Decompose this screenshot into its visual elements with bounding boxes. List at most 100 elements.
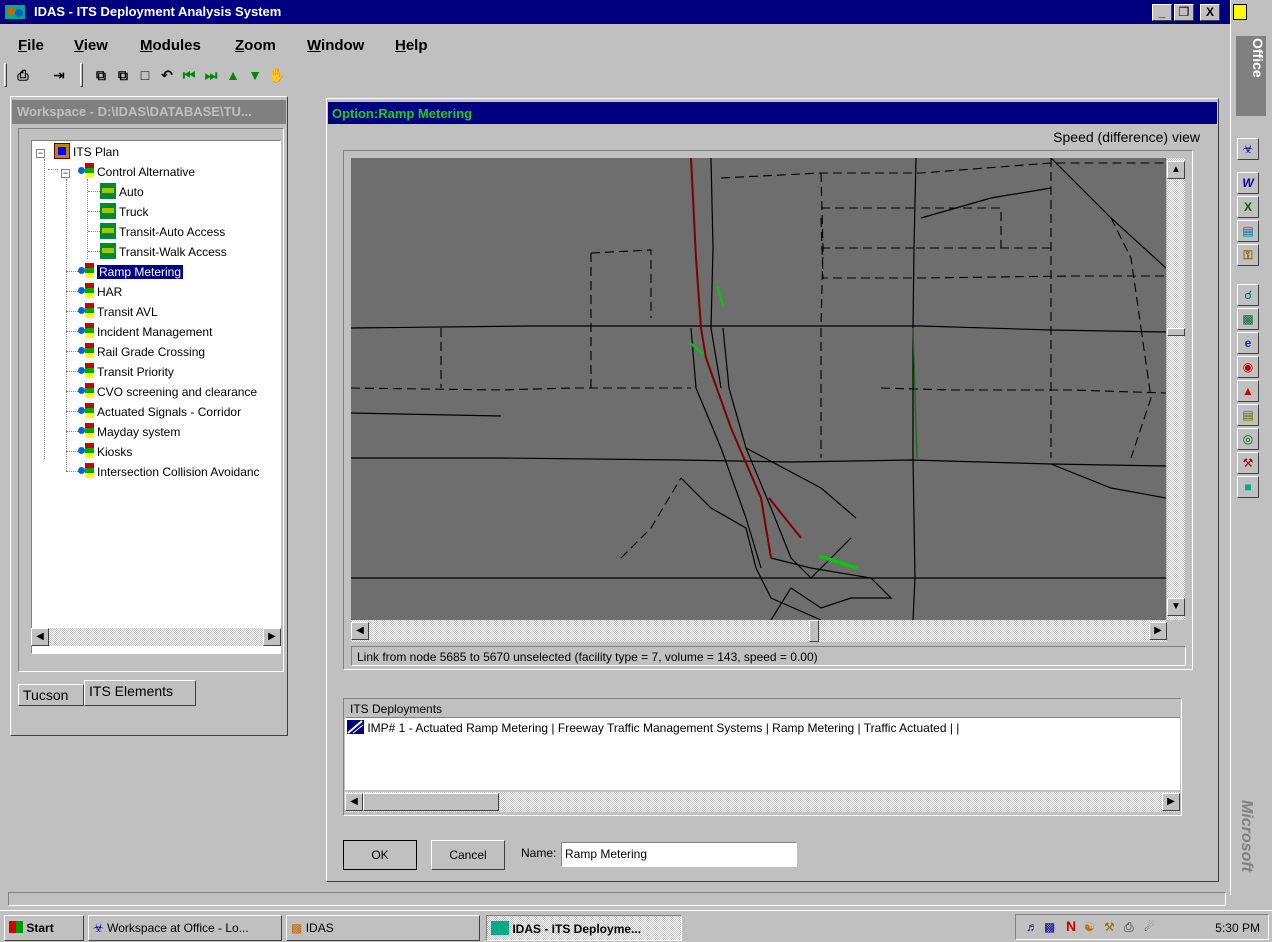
document-icon[interactable]: ▤ [1237,404,1259,426]
scroll-thumb[interactable] [1167,328,1185,336]
menu-modules[interactable]: Modules [140,37,201,54]
name-input[interactable]: Ramp Metering [561,842,797,867]
tray-tool-icon[interactable]: ⚒ [1104,920,1115,934]
idas-app-icon[interactable] [4,3,26,21]
acrobat-icon[interactable]: ▲ [1237,380,1259,402]
tray-app-icon[interactable]: ☯ [1084,920,1095,934]
tree-node-option[interactable]: Intersection Collision Avoidanc [78,463,260,482]
tree-node-option[interactable]: Incident Management [78,323,212,342]
internet-explorer-icon[interactable]: e [1237,332,1259,354]
idas-shortcut-icon[interactable]: ■ [1237,476,1259,498]
up-icon[interactable]: ▲ [222,64,244,86]
task-idas[interactable]: ▩ IDAS [286,915,480,941]
print-icon[interactable]: ⎙ [12,64,34,86]
network-icon[interactable]: ▩ [1044,920,1055,934]
scroll-right-icon[interactable]: ▶ [1149,622,1167,640]
first-icon[interactable]: ⏮ [178,64,200,86]
undo-icon[interactable]: ↶ [156,64,178,86]
menu-help[interactable]: Help [395,37,428,54]
collapse-icon[interactable]: − [61,169,70,178]
office-shortcut-icon[interactable]: ☣ [1237,138,1259,160]
scroll-thumb[interactable] [363,793,499,811]
down-icon[interactable]: ▼ [244,64,266,86]
workspace-title[interactable]: Workspace - D:\IDAS\DATABASE\TU... [12,100,286,124]
copy-icon[interactable]: ⧉ [90,64,112,86]
close-button[interactable]: X [1200,4,1220,21]
network-icon[interactable]: ▩ [1237,308,1259,330]
tree-node-option-selected[interactable]: Ramp Metering [78,263,184,282]
tree-node-mode[interactable]: Transit-Walk Access [100,243,227,262]
menu-zoom[interactable]: Zoom [235,37,276,54]
scroll-left-icon[interactable]: ◀ [351,622,369,640]
restore-button[interactable]: ❒ [1174,4,1194,21]
menu-view[interactable]: View [74,37,108,54]
new-icon[interactable]: □ [134,64,156,86]
network-map-canvas[interactable] [350,157,1167,621]
mode-icon [100,243,116,259]
excel-icon[interactable]: X [1237,196,1259,218]
paste-icon[interactable]: ⧉ [112,64,134,86]
find-icon[interactable]: ☌ [1237,284,1259,306]
ok-button[interactable]: OK [343,840,417,870]
office-title: Office [1236,36,1266,116]
scroll-thumb[interactable] [809,620,819,642]
viewer-icon[interactable]: ◎ [1237,428,1259,450]
network-map[interactable] [350,157,1167,621]
collapse-icon[interactable]: − [36,149,45,158]
satellite-icon[interactable]: ☄ [1144,920,1155,934]
alternative-icon [78,443,94,459]
tree-node-control-alternative[interactable]: Control Alternative [78,163,195,182]
list-item[interactable]: IMP# 1 - Actuated Ramp Metering | Freewa… [345,718,1180,737]
minimize-button[interactable]: _ [1152,4,1172,21]
map-horizontal-scrollbar[interactable]: ◀ ▶ [351,620,1167,642]
tree-node-option[interactable]: Transit Priority [78,363,174,382]
tree-node-mode[interactable]: Transit-Auto Access [100,223,225,242]
cancel-button[interactable]: Cancel [431,840,505,870]
tree-node-option[interactable]: CVO screening and clearance [78,383,257,402]
tree-horizontal-scrollbar[interactable]: ◀ ▶ [31,628,281,646]
tab-tucson[interactable]: Tucson [18,684,84,706]
scroll-right-icon[interactable]: ▶ [1162,793,1180,811]
title-bar[interactable]: IDAS - ITS Deployment Analysis System _ … [0,0,1230,24]
office-bar-control-icon[interactable] [1233,4,1247,20]
start-button[interactable]: Start [4,915,84,941]
tree-node-option[interactable]: Kiosks [78,443,132,462]
workspace-tree[interactable]: − ITS Plan − Control Alternative Auto Tr… [31,140,281,654]
option-title[interactable]: Option:Ramp Metering [328,102,1217,124]
mail-icon[interactable]: ▤ [1237,220,1259,242]
tree-node-mode[interactable]: Auto [100,183,144,202]
tree-node-option[interactable]: Rail Grade Crossing [78,343,205,362]
scroll-up-icon[interactable]: ▲ [1167,161,1185,179]
pan-hand-icon[interactable]: ✋ [266,64,288,86]
exit-icon[interactable]: ⇥ [48,64,70,86]
tab-its-elements[interactable]: ITS Elements [84,680,196,706]
printer-icon[interactable]: ⎙ [1124,920,1134,935]
tree-node-option[interactable]: Actuated Signals - Corridor [78,403,241,422]
deployments-list[interactable]: IMP# 1 - Actuated Ramp Metering | Freewa… [345,718,1180,790]
clock[interactable]: 5:30 PM [1215,921,1260,935]
tree-node-option[interactable]: HAR [78,283,122,302]
tools-icon[interactable]: ⚒ [1237,452,1259,474]
tree-node-its-plan[interactable]: ITS Plan [54,143,119,162]
map-vertical-scrollbar[interactable]: ▲ ▼ [1167,158,1185,620]
scroll-left-icon[interactable]: ◀ [31,628,49,646]
idas-app-icon [491,921,509,935]
scroll-left-icon[interactable]: ◀ [345,793,363,811]
tree-node-option[interactable]: Mayday system [78,423,180,442]
deployments-horizontal-scrollbar[interactable]: ◀ ▶ [345,792,1180,812]
deployments-title: ITS Deployments [346,702,1180,718]
scroll-right-icon[interactable]: ▶ [263,628,281,646]
media-icon[interactable]: ◉ [1237,356,1259,378]
task-workspace[interactable]: ☣ Workspace at Office - Lo... [88,915,282,941]
tree-node-mode[interactable]: Truck [100,203,149,222]
menu-window[interactable]: Window [307,37,364,54]
scroll-down-icon[interactable]: ▼ [1167,598,1185,616]
volume-icon[interactable]: ♬ [1026,920,1038,934]
word-icon[interactable]: W [1237,172,1259,194]
task-idas-deployment-active[interactable]: IDAS - ITS Deployme... [486,915,682,941]
norton-icon[interactable]: N [1066,918,1076,934]
menu-file[interactable]: File [18,37,44,54]
tree-node-option[interactable]: Transit AVL [78,303,158,322]
last-icon[interactable]: ⏭ [200,64,222,86]
key-icon[interactable]: ⚿ [1237,244,1259,266]
